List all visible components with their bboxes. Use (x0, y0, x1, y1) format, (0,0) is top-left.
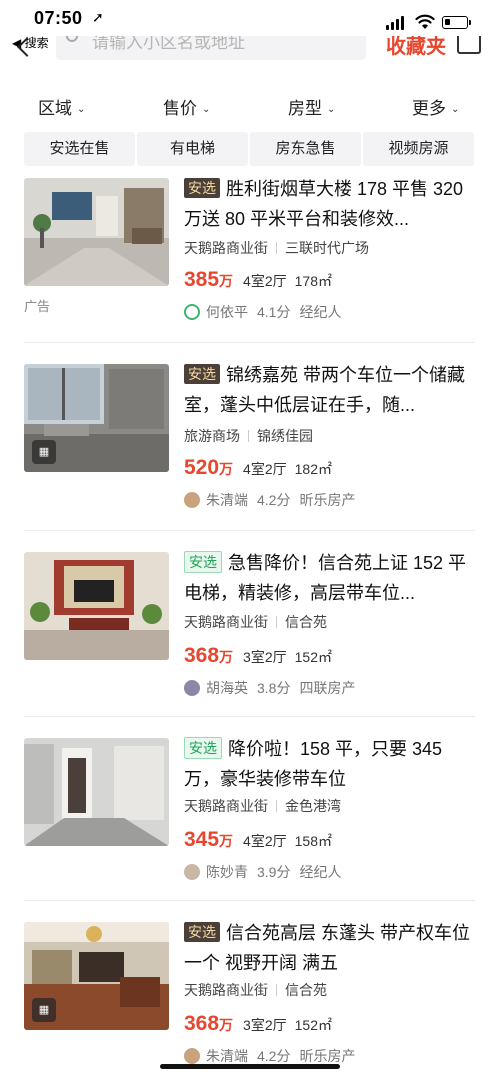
listing-title: 安选 降价啦！158 平，只要 345 万，豪华装修带车位 (184, 737, 443, 789)
divider (24, 342, 475, 343)
listing-location: 天鹅路商业街 金色港湾 (184, 798, 341, 814)
chevron-down-icon: ⌄ (202, 104, 211, 116)
listing-photo (24, 552, 169, 660)
chevron-down-icon: ⌄ (327, 104, 336, 116)
agent-avatar (184, 1048, 200, 1064)
listing-title: 安选 急售降价！信合苑上证 152 平电梯，精装修，高层带车位... (184, 551, 467, 603)
listing-title: 安选 锦绣嘉苑 带两个车位一个储藏室，蓬头中低层证在手，随... (184, 364, 465, 415)
listing-location: 天鹅路商业街 信合苑 (184, 982, 327, 998)
status-bar: 07:50 ➚ ◀ 搜索 (0, 0, 499, 50)
search-input[interactable]: 请输入小区名或地址 (56, 36, 366, 60)
filter-bar: 区域 ⌄ 售价 ⌄ 房型 ⌄ 更多 ⌄ (0, 88, 499, 124)
agent-row: 朱清端 4.2分 昕乐房产 (184, 490, 355, 510)
agent-avatar (184, 680, 200, 696)
listing-price: 368 (184, 1012, 220, 1035)
listing-photo: ▦ (24, 922, 169, 1030)
tag-elevator[interactable]: 有电梯 (137, 132, 248, 166)
listing-price: 385 (184, 268, 220, 291)
divider (24, 530, 475, 531)
search-placeholder: 请输入小区名或地址 (92, 36, 245, 52)
listing-location: 天鹅路商业街 信合苑 (184, 614, 327, 630)
listing-location: 旅游商场 锦绣佳园 (184, 428, 313, 444)
wifi-icon (415, 14, 435, 29)
listing-price-row: 385万 4室2厅 178㎡ (184, 268, 332, 291)
filter-layout[interactable]: 房型 ⌄ (288, 94, 335, 119)
badge-anxuan: 安选 (184, 178, 220, 198)
agent-row: 何依平 4.1分 经纪人 (184, 302, 341, 322)
search-icon (66, 36, 78, 42)
listing-price-row: 345万 4室2厅 158㎡ (184, 828, 332, 851)
divider (24, 900, 475, 901)
badge-anxuan: 安选 (184, 922, 220, 942)
listing-photo (24, 178, 169, 286)
tag-anxuan[interactable]: 安选在售 (24, 132, 135, 166)
listing-price-row: 520万 4室2厅 182㎡ (184, 456, 332, 479)
status-time: 07:50 (34, 8, 83, 28)
chevron-down-icon: ⌄ (77, 104, 86, 116)
agent-row: 陈妙青 3.9分 经纪人 (184, 862, 341, 882)
listing-photo: ▦ (24, 364, 169, 472)
agent-avatar (184, 304, 200, 320)
location-arrow-icon: ➚ (92, 9, 104, 25)
listing-title: 安选 信合苑高层 东蓬头 带产权车位一个 视野开阔 满五 (184, 922, 471, 973)
listing-price-row: 368万 3室2厅 152㎡ (184, 644, 332, 667)
agent-avatar (184, 864, 200, 880)
favorites-button[interactable]: 收藏夹 (386, 36, 446, 59)
ad-label: 广告 (24, 299, 51, 314)
badge-anxuan: 安选 (184, 737, 222, 759)
vr-icon: ▦ (32, 998, 56, 1022)
agent-avatar (184, 492, 200, 508)
listing-price: 520 (184, 456, 220, 479)
signal-icon (386, 16, 406, 30)
tag-urgent[interactable]: 房东急售 (250, 132, 361, 166)
vr-icon: ▦ (32, 440, 56, 464)
filter-more[interactable]: 更多 ⌄ (412, 94, 459, 119)
listing-price: 368 (184, 644, 220, 667)
badge-anxuan: 安选 (184, 551, 222, 573)
back-arrow-icon[interactable] (17, 37, 37, 57)
listing-title: 安选 胜利街烟草大楼 178 平售 320 万送 80 平米平台和装修效... (184, 178, 464, 229)
agent-row: 胡海英 3.8分 四联房产 (184, 678, 355, 698)
agent-row: 朱清端 4.2分 昕乐房产 (184, 1046, 355, 1066)
listing-price-row: 368万 3室2厅 152㎡ (184, 1012, 332, 1035)
battery-icon (442, 16, 471, 29)
listing-photo (24, 738, 169, 846)
filter-price[interactable]: 售价 ⌄ (163, 94, 210, 119)
chevron-down-icon: ⌄ (451, 104, 460, 116)
divider (24, 716, 475, 717)
home-indicator[interactable] (160, 1064, 340, 1069)
listing-price: 345 (184, 828, 220, 851)
filter-region[interactable]: 区域 ⌄ (38, 94, 85, 119)
listing-location: 天鹅路商业街 三联时代广场 (184, 240, 369, 256)
share-icon[interactable] (457, 36, 481, 54)
badge-anxuan: 安选 (184, 364, 220, 384)
tag-video[interactable]: 视频房源 (363, 132, 474, 166)
quick-tags: 安选在售 有电梯 房东急售 视频房源 (0, 132, 499, 168)
search-header: 请输入小区名或地址 收藏夹 (0, 36, 499, 76)
